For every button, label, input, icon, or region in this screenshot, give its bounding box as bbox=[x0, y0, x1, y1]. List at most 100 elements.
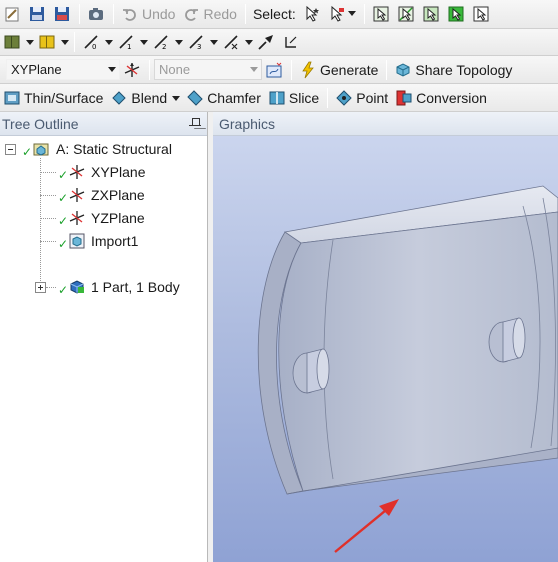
chevron-down-icon bbox=[240, 33, 253, 51]
generate-button[interactable]: Generate bbox=[296, 59, 381, 81]
svg-text:2: 2 bbox=[162, 43, 166, 51]
tree-item-xyplane[interactable]: ✓ XYPlane bbox=[56, 161, 145, 183]
display-mode-dropdown[interactable] bbox=[0, 31, 34, 53]
tree-outline-panel: Tree Outline ✓ A: Static Structural ✓ XY… bbox=[0, 112, 208, 562]
point-label: Point bbox=[356, 89, 389, 106]
share-topology-button[interactable]: Share Topology bbox=[391, 59, 515, 81]
new-sketch-button[interactable] bbox=[262, 59, 286, 81]
blend-icon bbox=[110, 89, 128, 107]
chevron-down-icon bbox=[205, 33, 218, 51]
standard-toolbar: Undo Redo Select: bbox=[0, 0, 558, 29]
line-tool-2-dropdown[interactable]: 2 bbox=[149, 31, 183, 53]
thin-surface-icon bbox=[3, 89, 21, 107]
save-as-button[interactable] bbox=[50, 3, 74, 25]
plane-axis-icon bbox=[68, 209, 86, 227]
slash-line-icon: 3 bbox=[187, 33, 205, 51]
select-point-button[interactable] bbox=[369, 3, 393, 25]
slash-cross-icon bbox=[222, 33, 240, 51]
point-icon bbox=[335, 89, 353, 107]
select-mode-button[interactable] bbox=[300, 3, 324, 25]
thin-surface-button[interactable]: Thin/Surface bbox=[0, 87, 106, 109]
check-icon: ✓ bbox=[22, 145, 33, 159]
thin-surface-label: Thin/Surface bbox=[24, 89, 104, 106]
conversion-button[interactable]: Conversion bbox=[392, 87, 490, 109]
new-plane-button[interactable] bbox=[120, 59, 144, 81]
plane-select[interactable]: XYPlane bbox=[6, 59, 120, 80]
yellow-panel-icon bbox=[38, 33, 56, 51]
select-point-icon bbox=[372, 5, 390, 23]
save-button[interactable] bbox=[25, 3, 49, 25]
tree-item-label: XYPlane bbox=[91, 164, 146, 180]
chevron-down-icon bbox=[108, 67, 116, 72]
model-view bbox=[257, 185, 558, 553]
slice-button[interactable]: Slice bbox=[265, 87, 322, 109]
tree-connector bbox=[40, 218, 56, 219]
undo-icon bbox=[121, 5, 139, 23]
select-extend-icon bbox=[472, 5, 490, 23]
tree-item-yzplane[interactable]: ✓ YZPlane bbox=[56, 207, 145, 229]
parts-expand-toggle[interactable] bbox=[35, 282, 46, 293]
separator bbox=[291, 59, 292, 80]
tree-connector bbox=[40, 195, 56, 196]
body-icon bbox=[68, 278, 86, 296]
tree-root-node[interactable]: ✓ A: Static Structural bbox=[20, 138, 172, 160]
static-structural-icon bbox=[32, 140, 50, 158]
chevron-down-icon bbox=[167, 89, 181, 107]
redo-icon bbox=[182, 5, 200, 23]
sketch-select-value: None bbox=[159, 62, 191, 77]
chevron-down-icon bbox=[135, 33, 148, 51]
graphics-panel: Graphics bbox=[213, 112, 558, 562]
tree-outline-title: Tree Outline bbox=[2, 115, 79, 132]
separator bbox=[79, 4, 80, 24]
pin-right-cap bbox=[512, 317, 526, 359]
screenshot-button[interactable] bbox=[84, 3, 108, 25]
sketch-select[interactable]: None bbox=[154, 59, 262, 80]
select-edge-button[interactable] bbox=[394, 3, 418, 25]
look-at-button[interactable] bbox=[254, 31, 278, 53]
tree-connector bbox=[46, 287, 56, 288]
import-icon bbox=[68, 232, 86, 250]
select-filter-dropdown[interactable] bbox=[325, 3, 359, 25]
separator bbox=[74, 32, 75, 52]
tree-item-import1[interactable]: ✓ Import1 bbox=[56, 230, 138, 252]
tree-item-label: YZPlane bbox=[91, 210, 145, 226]
select-face-button[interactable] bbox=[419, 3, 443, 25]
pin-icon[interactable] bbox=[189, 117, 201, 131]
check-icon: ✓ bbox=[58, 237, 69, 251]
cursor-star-icon bbox=[303, 5, 321, 23]
select-label: Select: bbox=[252, 6, 296, 22]
slash-line-icon: 0 bbox=[82, 33, 100, 51]
point-button[interactable]: Point bbox=[332, 87, 391, 109]
tree-root-label: A: Static Structural bbox=[56, 141, 172, 157]
redo-label: Redo bbox=[203, 6, 237, 22]
select-edge-icon bbox=[397, 5, 415, 23]
select-body-button[interactable] bbox=[444, 3, 468, 25]
separator bbox=[149, 59, 150, 80]
chamfer-icon bbox=[186, 89, 204, 107]
redo-button[interactable]: Redo bbox=[179, 3, 239, 25]
line-tool-0-dropdown[interactable]: 0 bbox=[79, 31, 113, 53]
color-mode-dropdown[interactable] bbox=[35, 31, 69, 53]
line-tool-x-dropdown[interactable] bbox=[219, 31, 253, 53]
sketch-icon bbox=[265, 61, 283, 79]
undo-button[interactable]: Undo bbox=[118, 3, 178, 25]
select-extend-button[interactable] bbox=[469, 3, 493, 25]
blend-button[interactable]: Blend bbox=[107, 87, 182, 109]
cursor-red-icon bbox=[328, 5, 346, 23]
check-icon: ✓ bbox=[58, 191, 69, 205]
plane-select-value: XYPlane bbox=[11, 62, 62, 77]
share-topology-icon bbox=[394, 61, 412, 79]
tree-item-parts[interactable]: ✓ 1 Part, 1 Body bbox=[56, 276, 180, 298]
new-button[interactable] bbox=[0, 3, 24, 25]
slash-line-icon: 2 bbox=[152, 33, 170, 51]
graphics-viewport[interactable] bbox=[213, 136, 558, 562]
line-tool-1-dropdown[interactable]: 1 bbox=[114, 31, 148, 53]
root-collapse-toggle[interactable] bbox=[5, 144, 16, 155]
separator bbox=[363, 4, 365, 24]
chevron-down-icon bbox=[100, 33, 113, 51]
chamfer-button[interactable]: Chamfer bbox=[183, 87, 264, 109]
line-tool-3-dropdown[interactable]: 3 bbox=[184, 31, 218, 53]
tree-item-zxplane[interactable]: ✓ ZXPlane bbox=[56, 184, 145, 206]
chevron-down-icon bbox=[56, 33, 69, 51]
corner-tool-button[interactable] bbox=[279, 31, 303, 53]
